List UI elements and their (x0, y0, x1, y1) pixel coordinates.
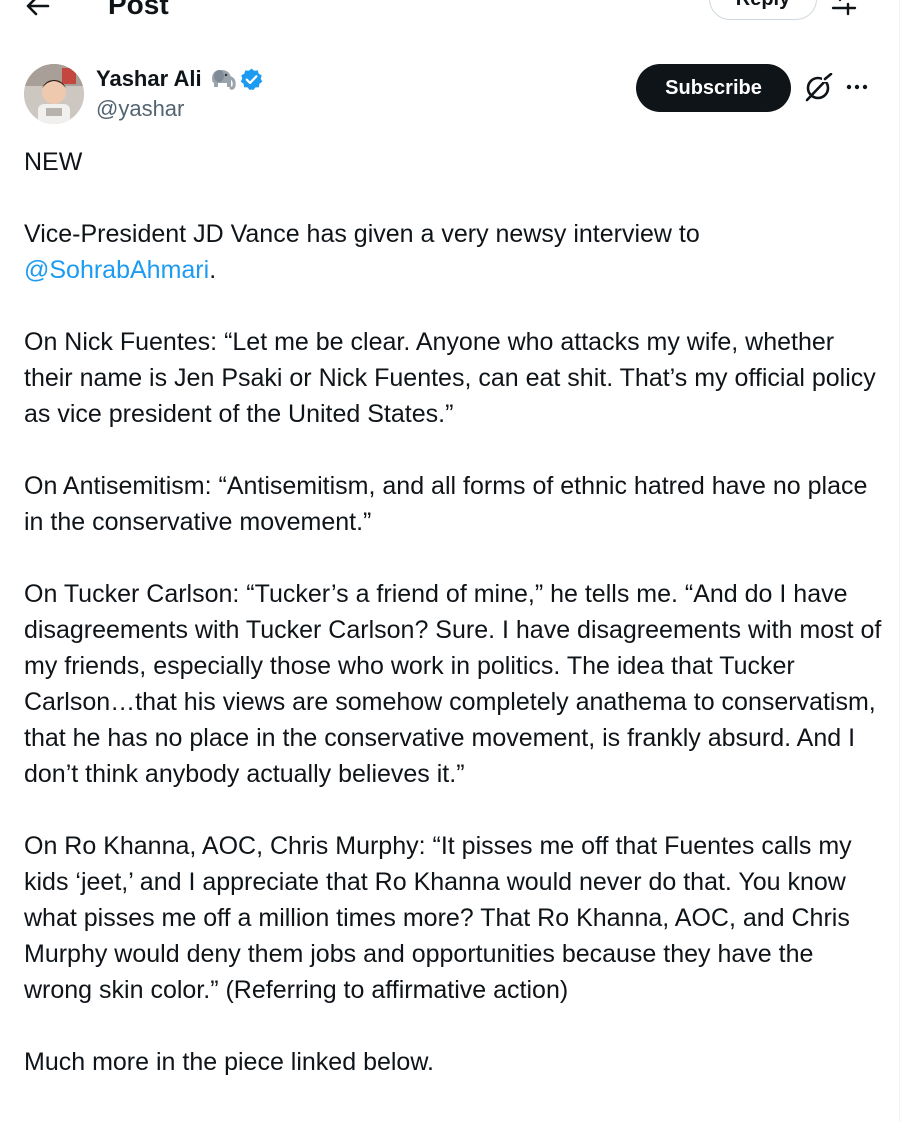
post-paragraph: On Ro Khanna, AOC, Chris Murphy: “It pis… (24, 832, 852, 1004)
author-name[interactable]: Yashar Ali (96, 65, 202, 93)
post-page: Post Reply Yashar Ali (0, 0, 918, 1122)
more-options-icon[interactable] (845, 77, 869, 97)
mention-link[interactable]: @SohrabAhmari (24, 256, 209, 284)
post-paragraph: On Nick Fuentes: “Let me be clear. Anyon… (24, 328, 876, 428)
post-text-span: . (209, 256, 217, 284)
post-paragraph: On Antisemitism: “Antisemitism, and all … (24, 472, 868, 536)
verified-badge-icon[interactable] (239, 67, 264, 92)
elephant-icon (208, 67, 236, 91)
subscribe-button[interactable]: Subscribe (636, 64, 791, 112)
column-divider (899, 0, 900, 1122)
reply-button[interactable]: Reply (709, 0, 817, 20)
avatar[interactable] (24, 64, 84, 124)
post-text: NEW Vice-President JD Vance has given a … (24, 144, 886, 1116)
post-paragraph: NEW (24, 148, 83, 176)
back-arrow-icon[interactable] (24, 0, 52, 20)
top-bar: Post Reply (0, 0, 900, 26)
post-paragraph: Much more in the piece linked below. (24, 1048, 434, 1076)
post-paragraph: On Tucker Carlson: “Tucker’s a friend of… (24, 580, 882, 788)
author-name-row: Yashar Ali (96, 64, 264, 94)
post-text-span: Vice-President JD Vance has given a very… (24, 220, 700, 248)
author-handle[interactable]: @yashar (96, 95, 184, 123)
page-title: Post (108, 0, 169, 20)
post-paragraph: Vice-President JD Vance has given a very… (24, 216, 886, 288)
grok-icon[interactable] (803, 72, 833, 103)
settings-icon[interactable] (830, 0, 858, 16)
